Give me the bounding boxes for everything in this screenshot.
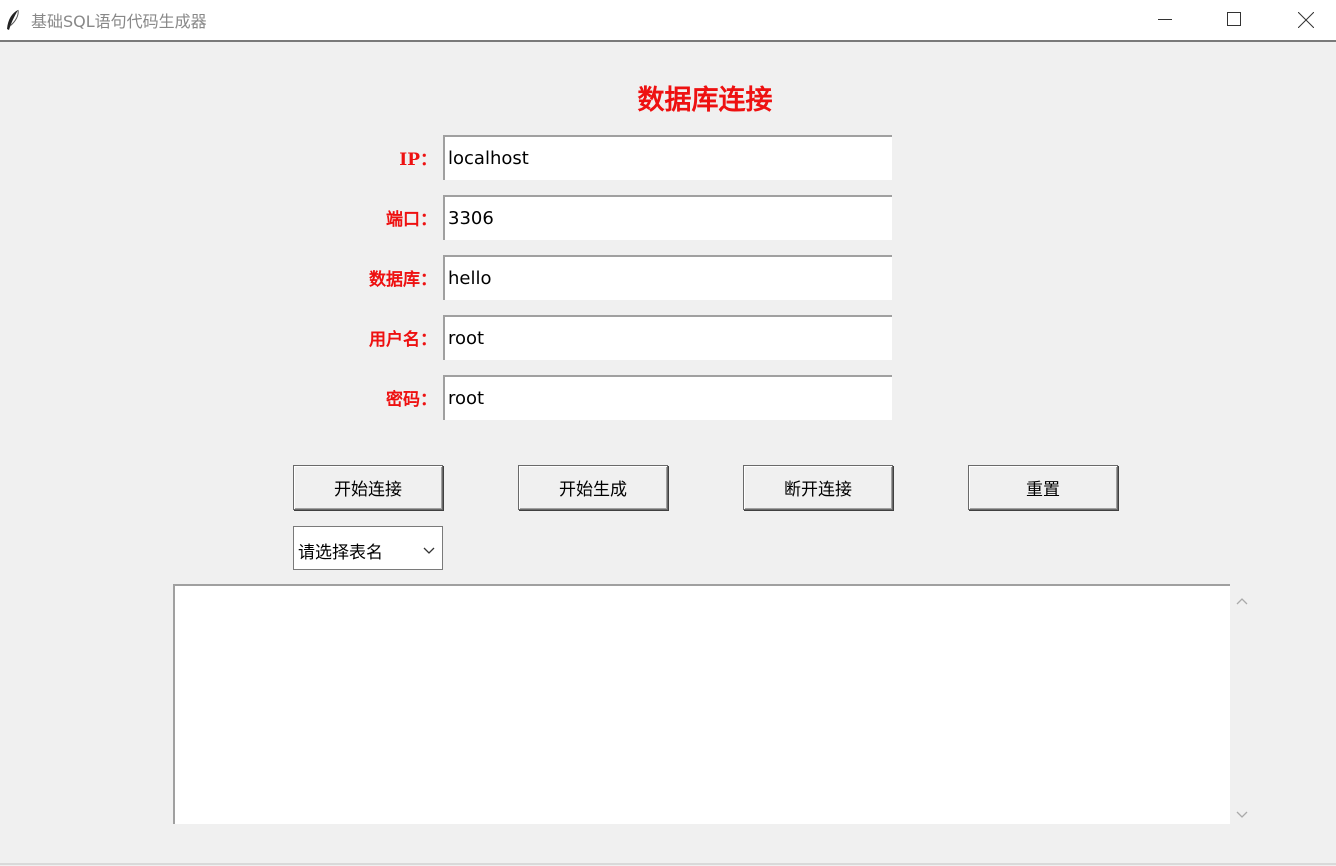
close-button[interactable] <box>1282 0 1328 40</box>
ip-label: IP： <box>399 150 437 170</box>
database-label: 数据库： <box>369 270 437 290</box>
title-bar: 基础SQL语句代码生成器 <box>0 0 1336 42</box>
port-label: 端口： <box>386 210 437 230</box>
table-select-value: 请选择表名 <box>298 543 383 563</box>
username-input[interactable] <box>443 315 892 360</box>
password-label: 密码： <box>386 390 437 410</box>
username-label: 用户名： <box>369 330 437 350</box>
password-input[interactable] <box>443 375 892 420</box>
close-icon <box>1298 12 1314 28</box>
port-input[interactable] <box>443 195 892 240</box>
chevron-down-icon <box>422 542 436 554</box>
disconnect-button[interactable]: 断开连接 <box>743 465 893 510</box>
maximize-button[interactable] <box>1211 0 1257 40</box>
window-title: 基础SQL语句代码生成器 <box>31 12 207 31</box>
ip-input[interactable] <box>443 135 892 180</box>
feather-icon <box>6 9 20 31</box>
reset-button[interactable]: 重置 <box>968 465 1118 510</box>
scroll-up-icon[interactable] <box>1235 592 1249 605</box>
scroll-down-icon[interactable] <box>1235 806 1249 818</box>
table-select[interactable]: 请选择表名 <box>293 526 443 570</box>
maximize-icon <box>1227 12 1241 26</box>
bottom-divider <box>0 863 1336 865</box>
form-heading: 数据库连接 <box>637 85 773 116</box>
minimize-icon <box>1158 19 1172 20</box>
output-textarea[interactable] <box>173 584 1230 824</box>
minimize-button[interactable] <box>1142 0 1188 40</box>
connect-button[interactable]: 开始连接 <box>293 465 443 510</box>
database-input[interactable] <box>443 255 892 300</box>
generate-button[interactable]: 开始生成 <box>518 465 668 510</box>
